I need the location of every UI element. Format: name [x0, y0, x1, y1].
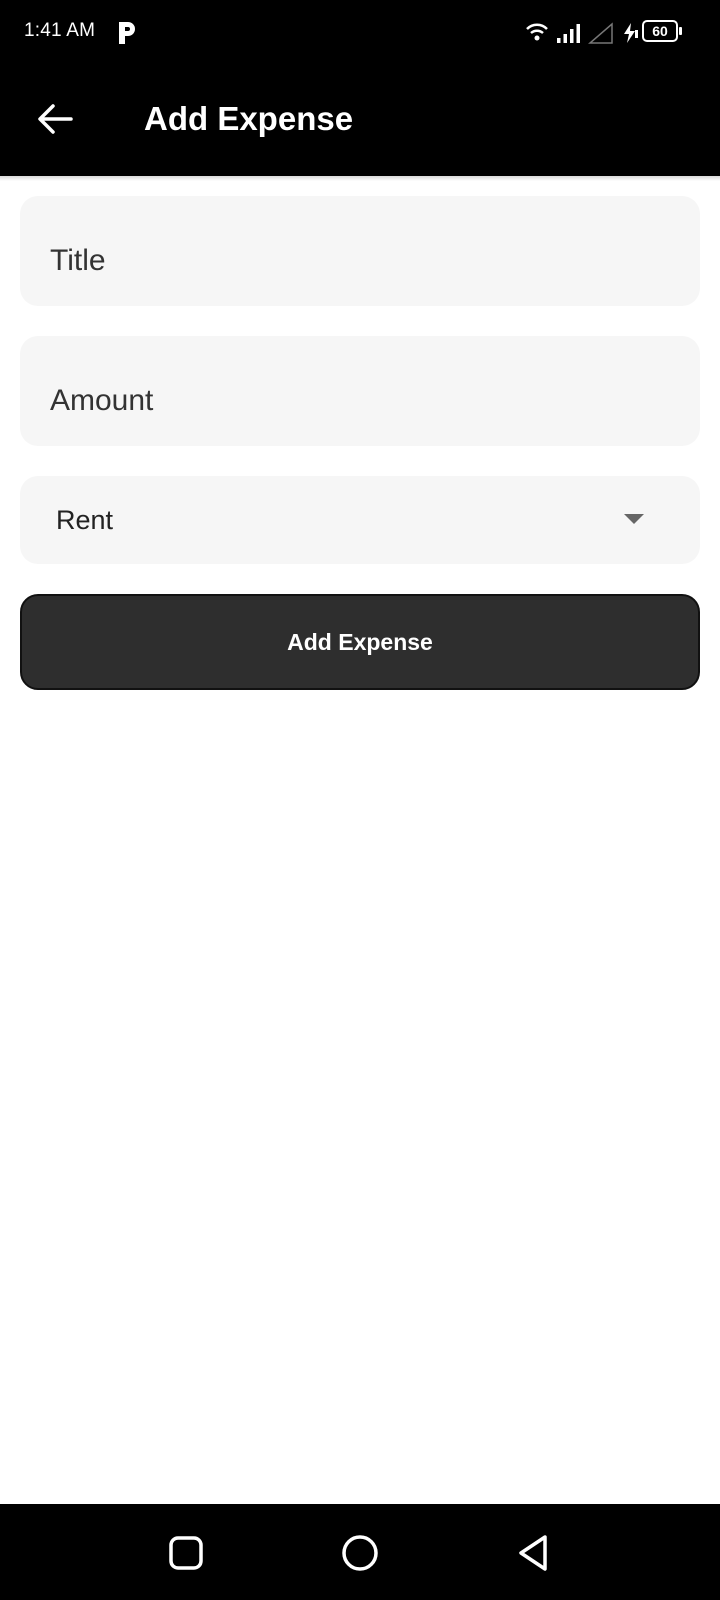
category-selected-value: Rent	[56, 505, 114, 535]
title-input[interactable]	[20, 196, 700, 306]
amount-field[interactable]	[20, 336, 700, 446]
status-time: 1:41 AM	[24, 20, 96, 41]
signal-empty-icon	[588, 22, 613, 44]
title-field[interactable]	[20, 196, 700, 306]
amount-input[interactable]	[20, 336, 700, 446]
charging-icon	[624, 23, 638, 43]
back-button[interactable]	[24, 88, 86, 150]
add-expense-button[interactable]: Add Expense	[20, 594, 700, 690]
status-bar: 1:41 AM 60	[0, 0, 720, 66]
home-icon[interactable]	[339, 1532, 381, 1574]
battery-level: 60	[652, 23, 668, 39]
page-title: Add Expense	[144, 100, 354, 137]
back-icon[interactable]	[513, 1532, 555, 1574]
app-bar: Add Expense	[0, 66, 720, 181]
battery-tip	[679, 27, 682, 35]
dropdown-arrow-icon	[624, 514, 644, 524]
signal-icon	[557, 24, 580, 43]
parking-app-icon	[119, 22, 135, 44]
add-expense-screen: 1:41 AM 60 Add Expense Title Amount Rent…	[0, 0, 720, 1600]
arrow-left-icon	[38, 104, 73, 134]
status-icons: 60	[526, 18, 696, 46]
battery-icon: 60	[642, 20, 678, 42]
recents-icon[interactable]	[165, 1532, 207, 1574]
navigation-bar	[0, 1504, 720, 1600]
wifi-icon	[526, 23, 548, 41]
category-dropdown[interactable]: Rent	[20, 476, 700, 564]
